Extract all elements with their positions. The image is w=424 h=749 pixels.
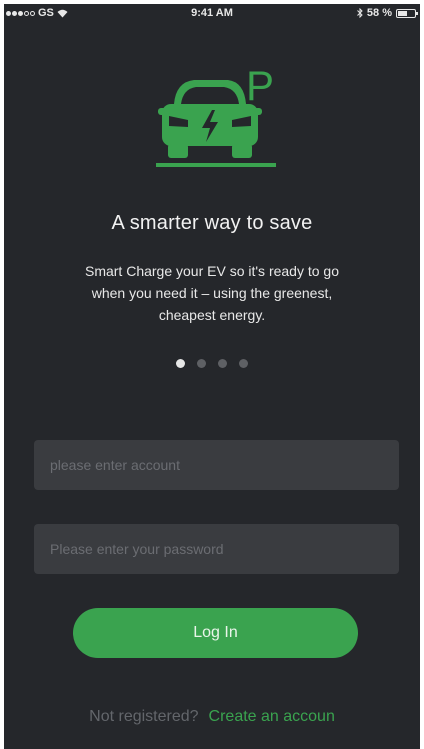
description-line: when you need it – using the greenest,: [91, 285, 333, 301]
register-row: Not registered? Create an accoun: [4, 708, 420, 726]
battery-icon: [396, 8, 418, 18]
status-bar: GS 9:41 AM 58 %: [4, 4, 420, 24]
page-dot[interactable]: [176, 359, 185, 368]
page-dot[interactable]: [218, 359, 227, 368]
battery-level: [398, 10, 408, 16]
description-line: cheapest energy.: [158, 307, 266, 323]
page-dot[interactable]: [239, 359, 248, 368]
page-dot[interactable]: [197, 359, 206, 368]
parking-letter: P: [246, 62, 274, 109]
battery-percent: 58 %: [366, 7, 392, 19]
account-input[interactable]: [34, 440, 399, 490]
onboarding-headline: A smarter way to save: [111, 212, 313, 234]
onboarding-description: Smart Charge your EV so it's ready to go…: [44, 260, 380, 326]
not-registered-label: Not registered?: [89, 708, 199, 725]
password-input[interactable]: [34, 524, 399, 574]
bluetooth-icon: [357, 8, 363, 18]
description-line: Smart Charge your EV so it's ready to go: [84, 263, 339, 279]
ev-parking-car-icon: P: [156, 62, 276, 167]
create-account-link[interactable]: Create an accoun: [209, 708, 335, 725]
page-indicator: [4, 359, 420, 368]
status-right: 58 %: [357, 7, 418, 19]
login-button[interactable]: Log In: [73, 608, 358, 658]
app-screen: GS 9:41 AM 58 % P A smarter way to save …: [4, 4, 420, 749]
